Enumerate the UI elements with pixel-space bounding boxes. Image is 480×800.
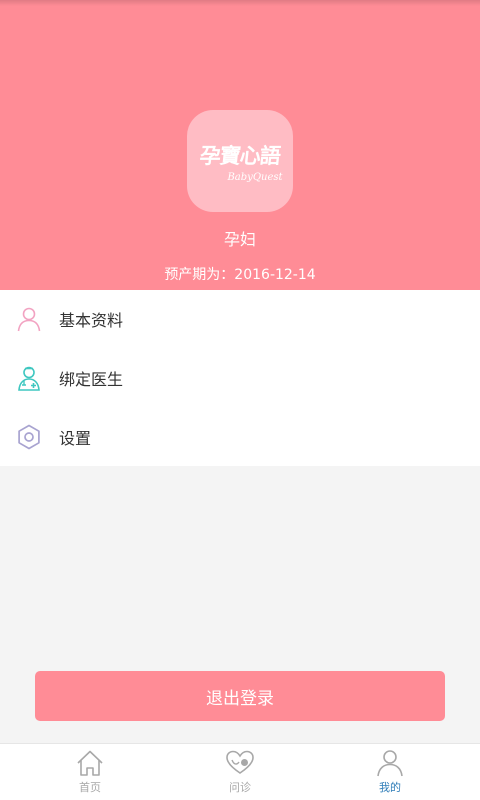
logo-subtext: BabyQuest: [227, 171, 283, 183]
menu-item-label: 基本资料: [59, 311, 124, 330]
menu-item-basic-info[interactable]: 基本资料: [0, 290, 480, 348]
profile-header: 孕寶心語 BabyQuest 孕妇 预产期为：2016-12-14: [0, 0, 480, 290]
doctor-icon: [18, 366, 40, 391]
user-icon: [17, 307, 41, 332]
bottom-tab-bar: 首页 问诊 我的: [0, 743, 480, 800]
profile-menu: 基本资料 绑定医生 设置: [0, 290, 480, 466]
logout-button[interactable]: 退出登录: [35, 671, 445, 721]
status-bar-shadow: [0, 0, 480, 6]
menu-item-label: 绑定医生: [59, 370, 124, 389]
logo-text: 孕寶心語: [198, 142, 282, 168]
heart-stethoscope-icon: [226, 750, 254, 774]
settings-icon: [18, 424, 40, 450]
tab-mine[interactable]: 我的: [310, 744, 470, 800]
home-icon: [77, 750, 103, 776]
tab-home[interactable]: 首页: [10, 744, 170, 800]
tab-consult[interactable]: 问诊: [160, 744, 320, 800]
tab-label: 我的: [379, 781, 401, 794]
menu-item-bind-doctor[interactable]: 绑定医生: [0, 349, 480, 407]
tab-label: 问诊: [229, 781, 251, 794]
app-logo-avatar: 孕寶心語 BabyQuest: [187, 110, 293, 212]
menu-item-label: 设置: [59, 429, 92, 448]
profile-icon: [377, 750, 403, 777]
tab-label: 首页: [79, 781, 101, 794]
user-name: 孕妇: [223, 230, 256, 249]
due-date: 预产期为：2016-12-14: [164, 267, 316, 283]
menu-item-settings[interactable]: 设置: [0, 408, 480, 466]
